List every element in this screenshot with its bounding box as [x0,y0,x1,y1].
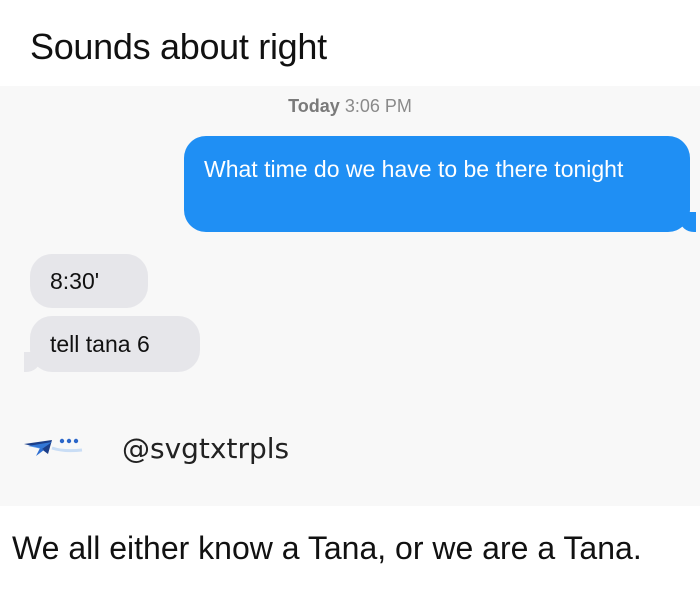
timestamp-day: Today [288,96,340,116]
post-title: Sounds about right [30,26,327,67]
airplane-sender-icon [22,434,92,462]
outgoing-message-bubble[interactable]: What time do we have to be there tonight [184,136,696,232]
message-text: What time do we have to be there tonight [204,156,624,182]
post-caption: We all either know a Tana, or we are a T… [12,530,642,566]
message-text: 8:30' [50,268,100,294]
message-text: tell tana 6 [50,331,150,357]
incoming-message-bubble[interactable]: tell tana 6 [24,316,200,372]
incoming-message-bubble[interactable]: 8:30' [30,254,148,308]
message-timestamp: Today 3:06 PM [0,96,700,117]
credit-handle[interactable]: @svgtxtrpls [122,432,289,465]
credit-row: @svgtxtrpls [22,428,289,468]
message-thread: Today 3:06 PM What time do we have to be… [0,86,700,506]
timestamp-time: 3:06 PM [344,96,412,116]
